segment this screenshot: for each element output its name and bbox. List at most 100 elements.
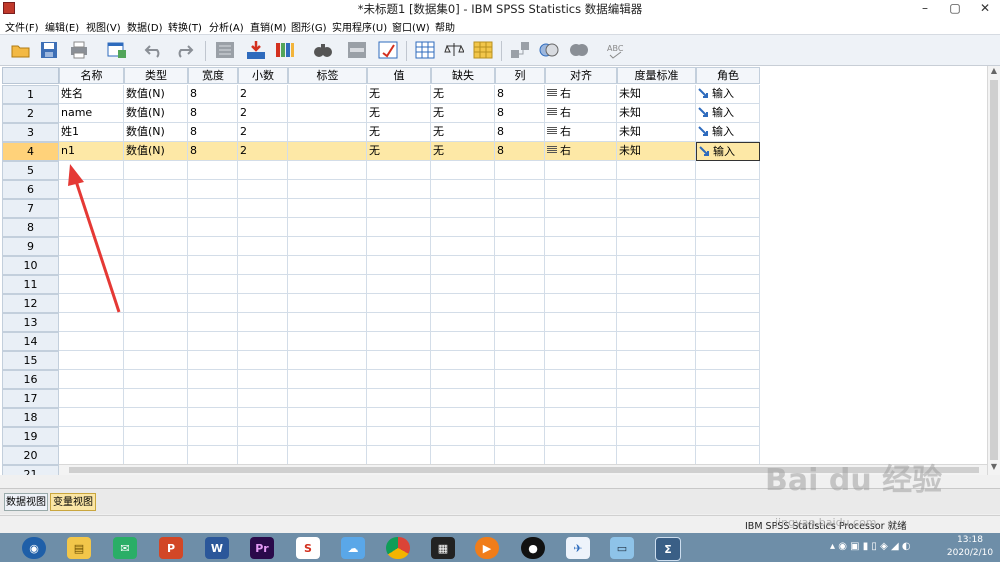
empty-cell[interactable] bbox=[545, 351, 617, 370]
save-icon[interactable] bbox=[38, 39, 60, 61]
cell-missing[interactable]: 无 bbox=[431, 123, 495, 142]
minimize-button[interactable]: – bbox=[910, 0, 940, 17]
variables-icon[interactable] bbox=[274, 39, 296, 61]
empty-cell[interactable] bbox=[696, 427, 760, 446]
empty-cell[interactable] bbox=[696, 408, 760, 427]
empty-cell[interactable] bbox=[367, 218, 431, 237]
empty-cell[interactable] bbox=[238, 408, 288, 427]
empty-cell[interactable] bbox=[431, 389, 495, 408]
empty-cell[interactable] bbox=[238, 446, 288, 465]
empty-cell[interactable] bbox=[545, 313, 617, 332]
empty-cell[interactable] bbox=[288, 180, 367, 199]
cell-measure[interactable]: 未知 bbox=[617, 104, 696, 123]
empty-cell[interactable] bbox=[495, 389, 545, 408]
empty-cell[interactable] bbox=[617, 370, 696, 389]
goto-case-icon[interactable] bbox=[214, 39, 236, 61]
empty-cell[interactable] bbox=[288, 199, 367, 218]
show-all-icon[interactable] bbox=[568, 39, 590, 61]
empty-cell[interactable] bbox=[495, 275, 545, 294]
empty-cell[interactable] bbox=[545, 446, 617, 465]
empty-cell[interactable] bbox=[288, 294, 367, 313]
empty-cell[interactable] bbox=[495, 161, 545, 180]
media-player-icon[interactable]: ▶ bbox=[475, 537, 499, 559]
cell-label[interactable] bbox=[288, 142, 367, 161]
empty-cell[interactable] bbox=[238, 237, 288, 256]
empty-cell[interactable] bbox=[238, 218, 288, 237]
cell-columns[interactable]: 8 bbox=[495, 123, 545, 142]
empty-cell[interactable] bbox=[696, 275, 760, 294]
start-icon[interactable]: ◉ bbox=[22, 537, 46, 559]
empty-cell[interactable] bbox=[696, 199, 760, 218]
empty-cell[interactable] bbox=[617, 313, 696, 332]
cell-align[interactable]: 右 bbox=[545, 142, 617, 161]
empty-cell[interactable] bbox=[617, 180, 696, 199]
empty-cell[interactable] bbox=[617, 332, 696, 351]
empty-cell[interactable] bbox=[288, 427, 367, 446]
empty-cell[interactable] bbox=[617, 161, 696, 180]
empty-cell[interactable] bbox=[495, 180, 545, 199]
empty-cell[interactable] bbox=[431, 256, 495, 275]
col-header-role[interactable]: 角色 bbox=[696, 67, 760, 84]
empty-cell[interactable] bbox=[367, 389, 431, 408]
empty-cell[interactable] bbox=[431, 351, 495, 370]
empty-cell[interactable] bbox=[288, 389, 367, 408]
empty-cell[interactable] bbox=[431, 427, 495, 446]
empty-cell[interactable] bbox=[696, 256, 760, 275]
empty-cell[interactable] bbox=[545, 332, 617, 351]
empty-cell[interactable] bbox=[288, 237, 367, 256]
empty-cell[interactable] bbox=[238, 199, 288, 218]
cell-label[interactable] bbox=[288, 123, 367, 142]
col-header-label[interactable]: 标签 bbox=[288, 67, 367, 84]
premiere-icon[interactable]: Pr bbox=[250, 537, 274, 559]
col-header-align[interactable]: 对齐 bbox=[545, 67, 617, 84]
col-header-decimals[interactable]: 小数 bbox=[238, 67, 288, 84]
cell-align[interactable]: 右 bbox=[545, 123, 617, 142]
cell-role[interactable]: 输入 bbox=[696, 104, 760, 123]
empty-cell[interactable] bbox=[238, 256, 288, 275]
menu-file[interactable]: 文件(F) bbox=[5, 19, 39, 34]
empty-cell[interactable] bbox=[288, 256, 367, 275]
empty-cell[interactable] bbox=[367, 332, 431, 351]
empty-cell[interactable] bbox=[545, 408, 617, 427]
empty-cell[interactable] bbox=[495, 427, 545, 446]
empty-cell[interactable] bbox=[431, 408, 495, 427]
goto-variable-icon[interactable] bbox=[245, 39, 267, 61]
empty-cell[interactable] bbox=[288, 313, 367, 332]
cloud-app-icon[interactable]: ☁ bbox=[341, 537, 365, 559]
cell-values[interactable]: 无 bbox=[367, 85, 431, 104]
empty-cell[interactable] bbox=[545, 218, 617, 237]
weight-cases-icon[interactable] bbox=[443, 39, 465, 61]
wps-icon[interactable]: S bbox=[296, 537, 320, 559]
cell-align[interactable]: 右 bbox=[545, 104, 617, 123]
cell-role[interactable]: 输入 bbox=[696, 85, 760, 104]
empty-cell[interactable] bbox=[545, 294, 617, 313]
empty-cell[interactable] bbox=[238, 427, 288, 446]
empty-cell[interactable] bbox=[367, 294, 431, 313]
empty-cell[interactable] bbox=[617, 427, 696, 446]
menu-transform[interactable]: 转换(T) bbox=[168, 19, 202, 34]
empty-cell[interactable] bbox=[367, 408, 431, 427]
empty-cell[interactable] bbox=[495, 199, 545, 218]
close-button[interactable]: ✕ bbox=[970, 0, 1000, 17]
empty-cell[interactable] bbox=[238, 294, 288, 313]
print-icon[interactable] bbox=[68, 39, 90, 61]
empty-cell[interactable] bbox=[545, 161, 617, 180]
empty-cell[interactable] bbox=[617, 351, 696, 370]
col-header-missing[interactable]: 缺失 bbox=[431, 67, 495, 84]
empty-cell[interactable] bbox=[617, 237, 696, 256]
empty-cell[interactable] bbox=[431, 161, 495, 180]
select-cases-icon[interactable] bbox=[472, 39, 494, 61]
empty-cell[interactable] bbox=[495, 256, 545, 275]
empty-cell[interactable] bbox=[238, 161, 288, 180]
use-sets-icon[interactable] bbox=[538, 39, 560, 61]
vertical-scrollbar[interactable]: ▲ ▼ bbox=[987, 66, 1000, 475]
tray-clock[interactable]: 13:18 2020/2/10 bbox=[945, 534, 995, 560]
empty-cell[interactable] bbox=[238, 180, 288, 199]
video-editor-icon[interactable]: ▦ bbox=[431, 537, 455, 559]
empty-cell[interactable] bbox=[696, 237, 760, 256]
col-header-measure[interactable]: 度量标准 bbox=[617, 67, 696, 84]
col-header-values[interactable]: 值 bbox=[367, 67, 431, 84]
menu-edit[interactable]: 编辑(E) bbox=[45, 19, 79, 34]
empty-cell[interactable] bbox=[617, 256, 696, 275]
empty-cell[interactable] bbox=[495, 294, 545, 313]
